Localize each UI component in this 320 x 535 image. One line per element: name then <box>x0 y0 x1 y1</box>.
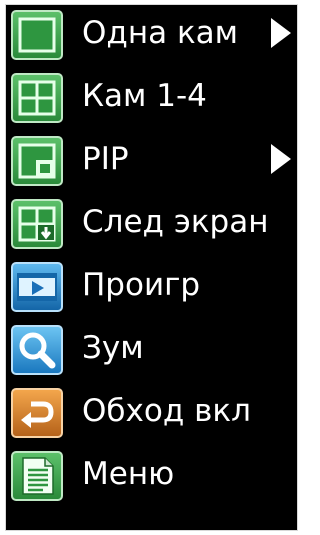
play-icon <box>11 262 63 312</box>
return-arrow-icon <box>11 388 63 438</box>
menu-item-cameras-1-4[interactable]: Кам 1-4 <box>6 68 297 126</box>
context-menu: Одна кам Кам 1-4 PIP След экран Проигр З… <box>5 4 298 531</box>
menu-item-main-menu[interactable]: Меню <box>6 446 297 504</box>
menu-item-label: Зум <box>82 330 144 366</box>
menu-item-single-camera[interactable]: Одна кам <box>6 5 297 63</box>
menu-item-pip[interactable]: PIP <box>6 131 297 189</box>
quad-screen-icon <box>11 73 63 123</box>
menu-item-patrol-on[interactable]: Обход вкл <box>6 383 297 441</box>
submenu-arrow-icon <box>271 144 291 174</box>
submenu-arrow-icon <box>271 18 291 48</box>
pip-icon <box>11 136 63 186</box>
menu-item-label: Обход вкл <box>82 393 251 429</box>
menu-item-label: Проигр <box>82 267 201 303</box>
menu-item-label: Меню <box>82 456 175 492</box>
menu-item-next-screen[interactable]: След экран <box>6 194 297 252</box>
menu-item-label: PIP <box>82 141 129 177</box>
document-icon <box>11 451 63 501</box>
menu-item-playback[interactable]: Проигр <box>6 257 297 315</box>
menu-item-label: Одна кам <box>82 15 239 51</box>
next-screen-icon <box>11 199 63 249</box>
menu-item-zoom[interactable]: Зум <box>6 320 297 378</box>
single-screen-icon <box>11 10 63 60</box>
menu-item-label: След экран <box>82 204 269 240</box>
zoom-icon <box>11 325 63 375</box>
menu-item-label: Кам 1-4 <box>82 78 207 114</box>
